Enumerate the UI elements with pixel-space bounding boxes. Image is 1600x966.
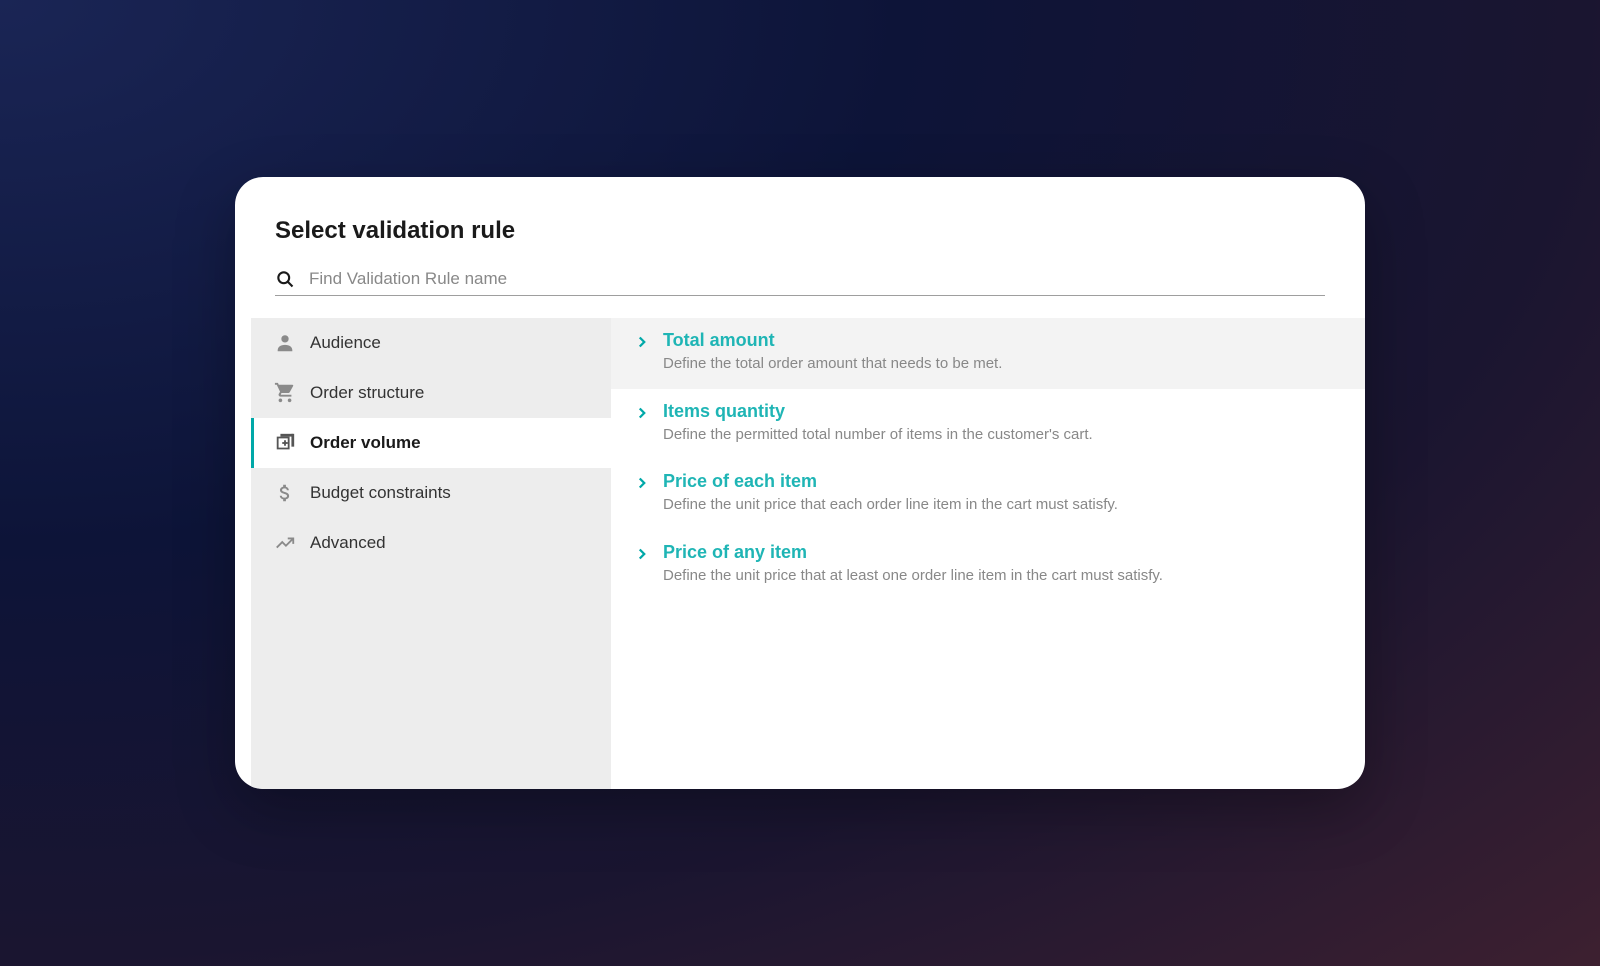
chevron-right-icon [633,404,651,422]
sidebar-item-label: Order volume [310,433,421,453]
rule-title: Total amount [663,330,1343,351]
rule-title: Price of any item [663,542,1343,563]
rule-item-price-each[interactable]: Price of each item Define the unit price… [611,459,1365,530]
sidebar-item-label: Order structure [310,383,424,403]
rule-item-price-any[interactable]: Price of any item Define the unit price … [611,530,1365,601]
validation-rule-modal: Select validation rule Audience [235,177,1365,789]
sidebar-item-order-structure[interactable]: Order structure [251,368,611,418]
search-input[interactable] [309,269,1325,289]
cart-icon [274,382,296,404]
rule-item-items-quantity[interactable]: Items quantity Define the permitted tota… [611,389,1365,460]
rule-text: Items quantity Define the permitted tota… [663,401,1343,447]
rule-item-total-amount[interactable]: Total amount Define the total order amou… [611,318,1365,389]
rule-title: Price of each item [663,471,1343,492]
search-icon [275,269,295,289]
modal-body: Audience Order structure [235,318,1365,789]
rule-title: Items quantity [663,401,1343,422]
add-box-icon [274,432,296,454]
modal-title: Select validation rule [275,217,1325,245]
rules-list: Total amount Define the total order amou… [611,318,1365,789]
dollar-icon [274,482,296,504]
rule-description: Define the permitted total number of ite… [663,424,1343,447]
search-row [275,269,1325,296]
sidebar-item-label: Budget constraints [310,483,451,503]
chevron-right-icon [633,333,651,351]
sidebar-item-audience[interactable]: Audience [251,318,611,368]
rule-text: Price of any item Define the unit price … [663,542,1343,588]
chevron-right-icon [633,474,651,492]
rule-description: Define the unit price that at least one … [663,565,1343,588]
sidebar-item-label: Advanced [310,533,386,553]
rule-text: Price of each item Define the unit price… [663,471,1343,517]
sidebar-item-label: Audience [310,333,381,353]
rule-description: Define the unit price that each order li… [663,494,1343,517]
sidebar-item-budget-constraints[interactable]: Budget constraints [251,468,611,518]
chevron-right-icon [633,545,651,563]
modal-header: Select validation rule [235,177,1365,318]
sidebar-item-order-volume[interactable]: Order volume [251,418,611,468]
sidebar: Audience Order structure [251,318,611,789]
rule-description: Define the total order amount that needs… [663,353,1343,376]
rule-text: Total amount Define the total order amou… [663,330,1343,376]
person-icon [274,332,296,354]
trend-icon [274,532,296,554]
sidebar-item-advanced[interactable]: Advanced [251,518,611,568]
